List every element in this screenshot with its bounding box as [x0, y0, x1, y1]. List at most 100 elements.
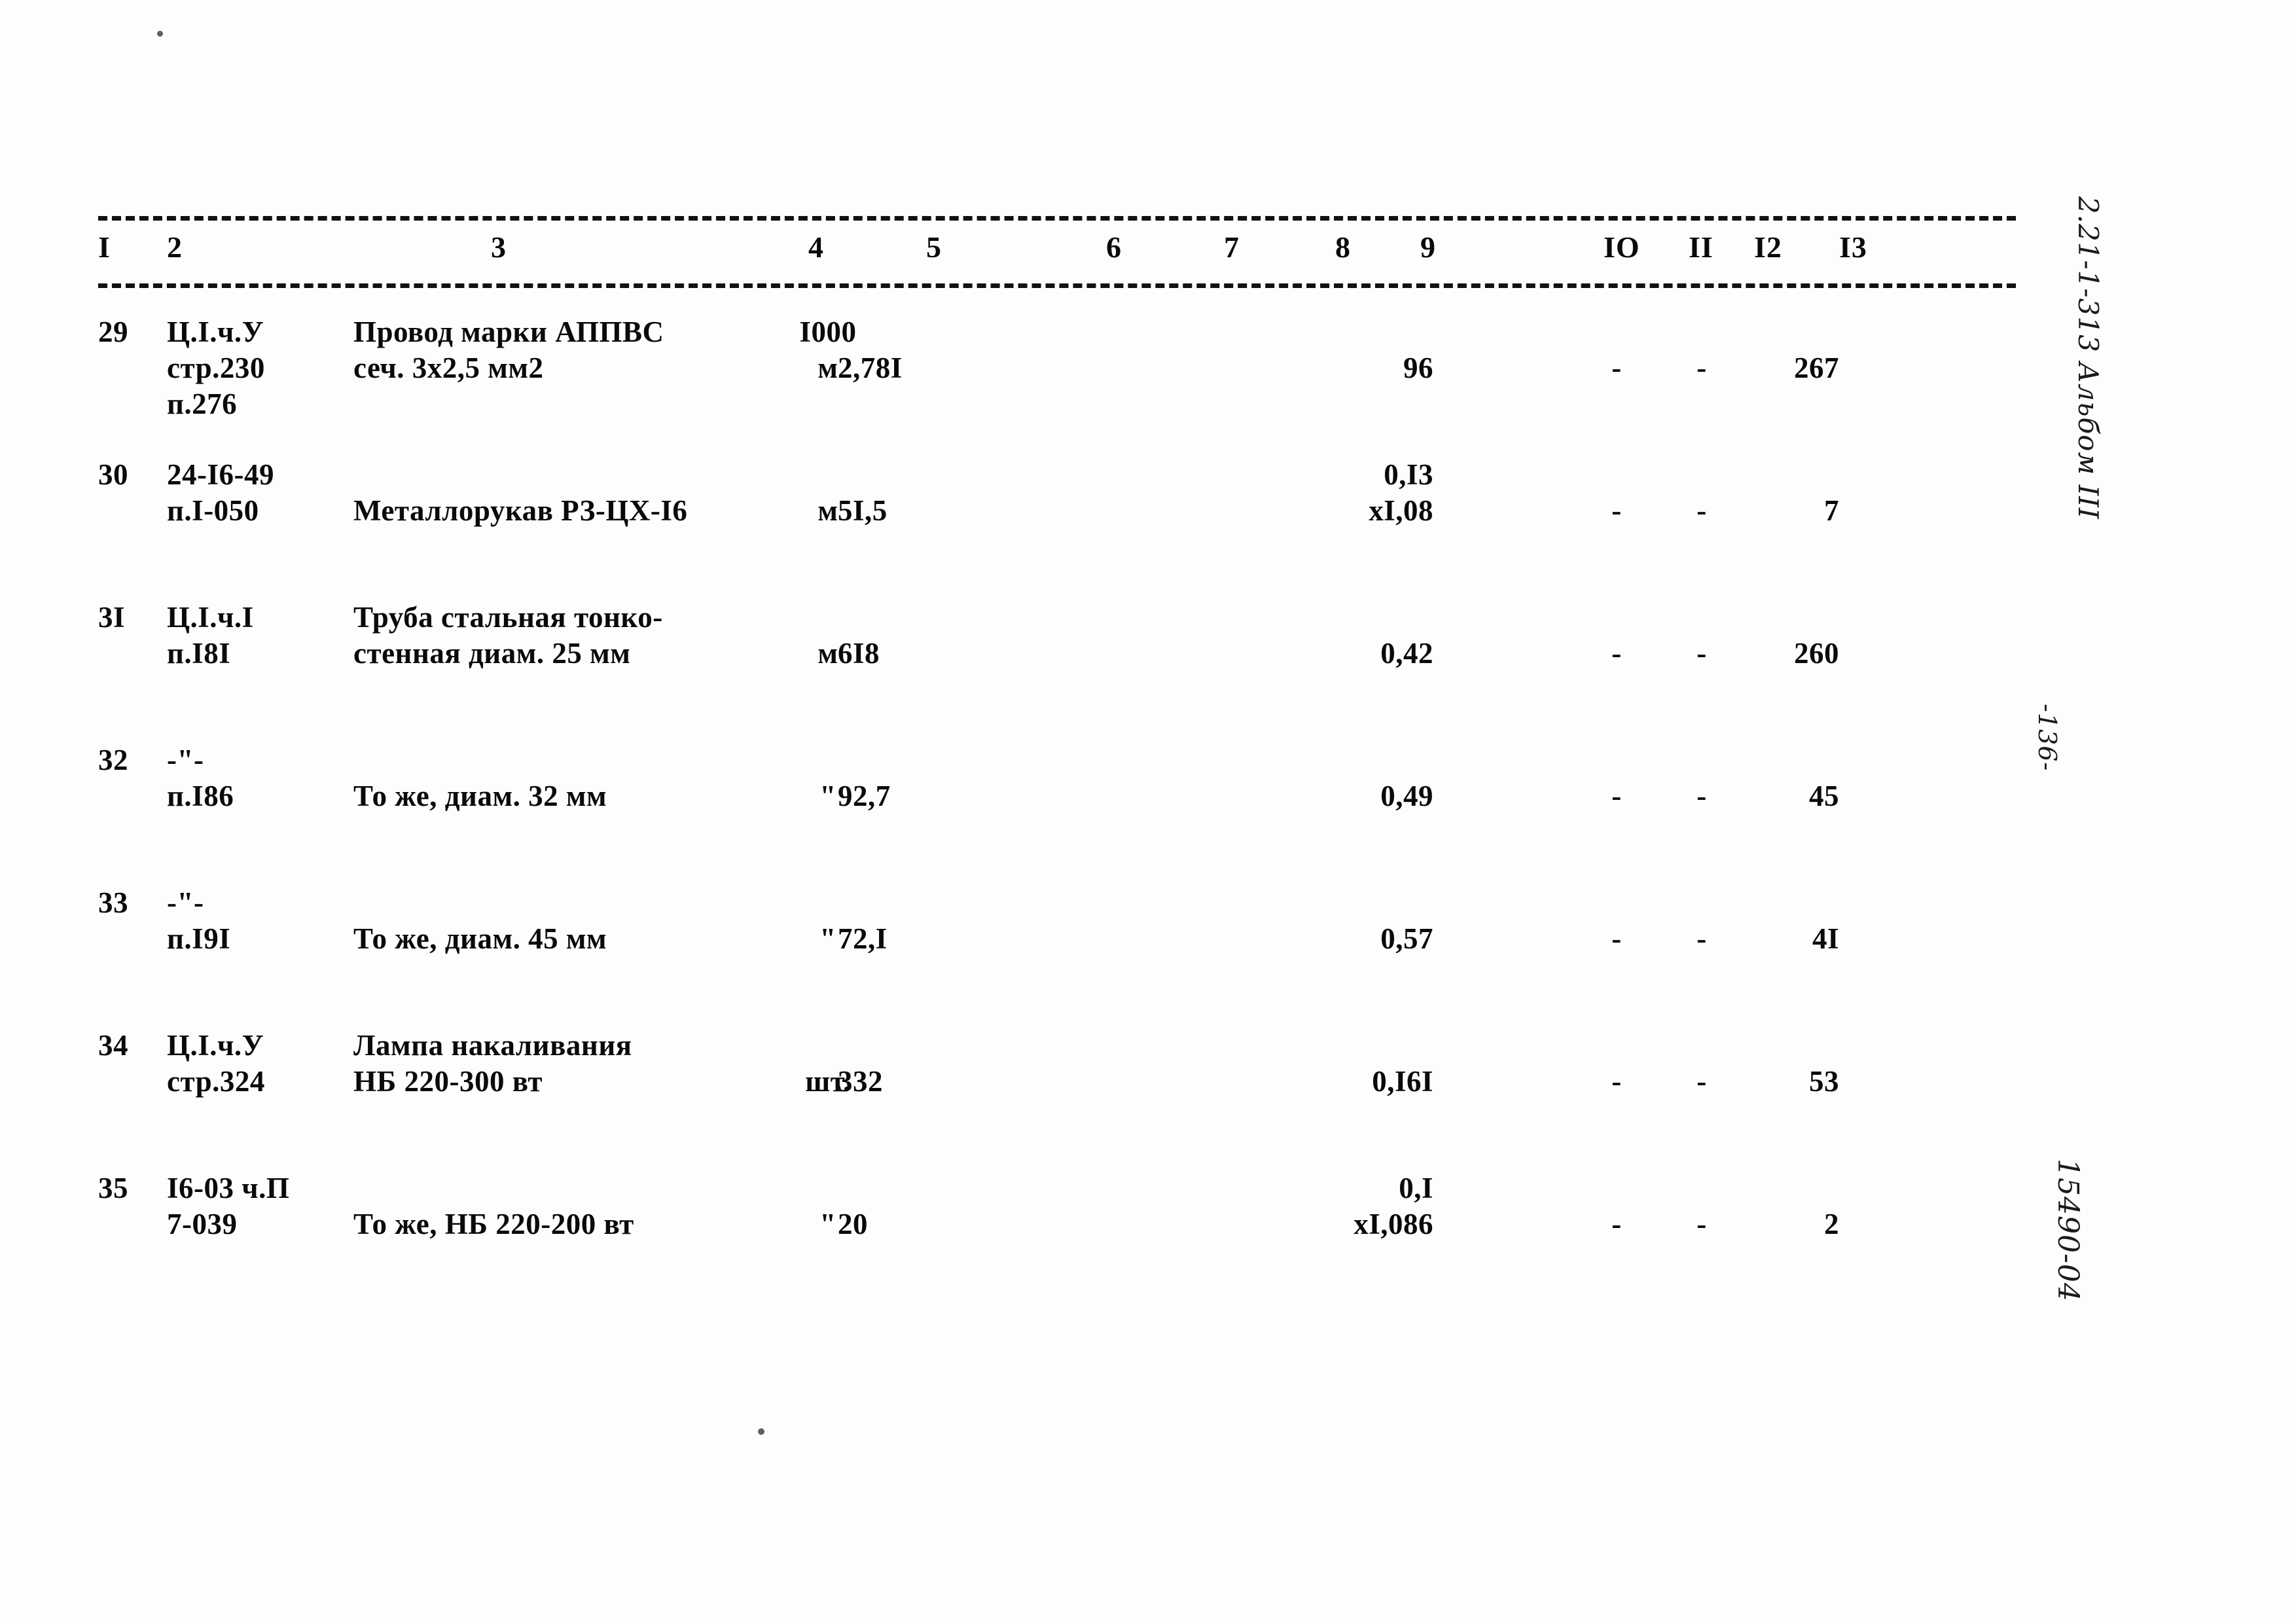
- col10-value: -: [1611, 637, 1622, 670]
- col9-value-line2: 0,57: [1380, 922, 1433, 955]
- column-header-8: 8: [1335, 230, 1351, 264]
- column-header-9: 9: [1420, 230, 1436, 264]
- quantity-value: 5I,5: [838, 494, 888, 527]
- column-header-3: 3: [491, 230, 507, 264]
- col11-value: -: [1696, 637, 1707, 670]
- quantity-value: 6I8: [838, 637, 880, 670]
- column-header-IO: IO: [1604, 230, 1640, 264]
- col9-value-line2: xI,08: [1369, 494, 1433, 527]
- reference-code-line2: п.I-050: [167, 494, 259, 527]
- item-name-line2: сеч. 3х2,5 мм2: [353, 352, 544, 384]
- table-row: 35 I6-03 ч.П 7-039 То же, НБ 220-200 вт " 20 0…: [98, 1170, 2075, 1313]
- col11-value: -: [1696, 352, 1707, 384]
- col10-value: -: [1611, 494, 1622, 527]
- col9-value-line2: 96: [1403, 352, 1433, 384]
- col12-value: 4I: [1812, 922, 1839, 955]
- col11-value: -: [1696, 1065, 1707, 1098]
- row-number: 33: [98, 886, 128, 919]
- margin-note-page-number: -136-: [2033, 704, 2062, 772]
- table-row: 32 -"- п.I86 То же, диам. 32 мм " 92,7 0,49- -4…: [98, 742, 2075, 885]
- col10-value: -: [1611, 1208, 1622, 1240]
- reference-code-line1: Ц.I.ч.У: [167, 1029, 264, 1062]
- scan-speck: [157, 31, 163, 37]
- col10-value: -: [1611, 1065, 1622, 1098]
- unit-line1: I000: [799, 316, 857, 348]
- row-number: 35: [98, 1172, 128, 1204]
- item-name-line1: Лампа накаливания: [353, 1029, 632, 1062]
- col12-value: 7: [1824, 494, 1839, 527]
- item-name-line2: То же, НБ 220-200 вт: [353, 1208, 634, 1240]
- col11-value: -: [1696, 922, 1707, 955]
- row-number: 30: [98, 458, 128, 491]
- column-header-5: 5: [926, 230, 942, 264]
- table-rule-top: [98, 216, 2016, 221]
- reference-code-line2: п.I9I: [167, 922, 231, 955]
- table-row: 30 24-I6-49 п.I-050 Металлорукав РЗ-ЦХ-I6 м 5…: [98, 457, 2075, 600]
- column-header-2: 2: [167, 230, 183, 264]
- item-name-line2: НБ 220-300 вт: [353, 1065, 543, 1098]
- col9-value-line2: 0,I6I: [1372, 1065, 1433, 1098]
- reference-code-line2: 7-039: [167, 1208, 238, 1240]
- quantity-value: 72,I: [838, 922, 888, 955]
- scan-speck: [758, 1428, 764, 1435]
- item-name-line1: Провод марки АППВС: [353, 316, 664, 348]
- col11-value: -: [1696, 494, 1707, 527]
- item-name-line1: Труба стальная тонко-: [353, 601, 663, 634]
- reference-code-line2: стр.230: [167, 352, 265, 384]
- reference-code-line1: -"-: [167, 886, 204, 919]
- table-header-row: I 2 3 4 5 6 7 8 9 IO II I2 I3: [98, 226, 2075, 283]
- reference-code-line1: 24-I6-49: [167, 458, 274, 491]
- reference-code-line1: Ц.I.ч.I: [167, 601, 254, 634]
- col10-value: -: [1611, 352, 1622, 384]
- reference-code-line1: -"-: [167, 744, 204, 776]
- item-name-line2: Металлорукав РЗ-ЦХ-I6: [353, 494, 688, 527]
- col11-value: -: [1696, 1208, 1707, 1240]
- table-row: 3I Ц.I.ч.I п.I8I Труба стальная тонко-стенн…: [98, 600, 2075, 742]
- col12-value: 260: [1794, 637, 1839, 670]
- reference-code-line2: п.I86: [167, 780, 234, 812]
- col9-value-line1: 0,I: [1399, 1172, 1433, 1204]
- col11-value: -: [1696, 780, 1707, 812]
- column-header-I3: I3: [1839, 230, 1867, 264]
- margin-note-album: 2.21-1-313 Альбом III: [2072, 196, 2104, 520]
- col12-value: 267: [1794, 352, 1839, 384]
- quantity-value: 2,78I: [838, 352, 903, 384]
- col10-value: -: [1611, 780, 1622, 812]
- col12-value: 2: [1824, 1208, 1839, 1240]
- col12-value: 45: [1809, 780, 1839, 812]
- table-rule-bottom: [98, 283, 2016, 288]
- column-header-I2: I2: [1754, 230, 1782, 264]
- col9-value-line2: 0,42: [1380, 637, 1433, 670]
- scanned-page: I 2 3 4 5 6 7 8 9 IO II I2 I3 29 Ц.I.ч.У стр.230 п.276 П…: [0, 0, 2296, 1624]
- reference-code-line1: Ц.I.ч.У: [167, 316, 264, 348]
- table-row: 34 Ц.I.ч.У стр.324 Лампа накаливания НБ 220-…: [98, 1028, 2075, 1170]
- item-name-line2: То же, диам. 32 мм: [353, 780, 607, 812]
- table-row: 33 -"- п.I9I То же, диам. 45 мм " 72,I 0,57- -4…: [98, 885, 2075, 1028]
- col12-value: 53: [1809, 1065, 1839, 1098]
- reference-code-line1: I6-03 ч.П: [167, 1172, 290, 1204]
- quantity-value: 92,7: [838, 780, 891, 812]
- col9-value-line2: xI,086: [1354, 1208, 1433, 1240]
- column-header-6: 6: [1106, 230, 1122, 264]
- table-body: 29 Ц.I.ч.У стр.230 п.276 Провод марки АППВС с…: [98, 314, 2075, 1313]
- item-name-line2: стенная диам. 25 мм: [353, 637, 631, 670]
- column-header-4: 4: [808, 230, 824, 264]
- reference-code-line2: п.I8I: [167, 637, 231, 670]
- reference-code-line3: п.276: [167, 388, 238, 420]
- column-header-7: 7: [1224, 230, 1240, 264]
- row-number: 32: [98, 744, 128, 776]
- quantity-value: 332: [838, 1065, 883, 1098]
- col9-value-line2: 0,49: [1380, 780, 1433, 812]
- col9-value-line1: 0,I3: [1384, 458, 1433, 491]
- row-number: 29: [98, 316, 128, 348]
- reference-code-line2: стр.324: [167, 1065, 265, 1098]
- row-number: 34: [98, 1029, 128, 1062]
- estimate-table: I 2 3 4 5 6 7 8 9 IO II I2 I3 29 Ц.I.ч.У стр.230 п.276 П…: [98, 216, 2075, 1313]
- margin-note-archive-code: 15490-04: [2051, 1159, 2085, 1302]
- table-row: 29 Ц.I.ч.У стр.230 п.276 Провод марки АППВС с…: [98, 314, 2075, 457]
- col10-value: -: [1611, 922, 1622, 955]
- item-name-line2: То же, диам. 45 мм: [353, 922, 607, 955]
- column-header-II: II: [1689, 230, 1713, 264]
- quantity-value: 20: [838, 1208, 868, 1240]
- row-number: 3I: [98, 601, 126, 634]
